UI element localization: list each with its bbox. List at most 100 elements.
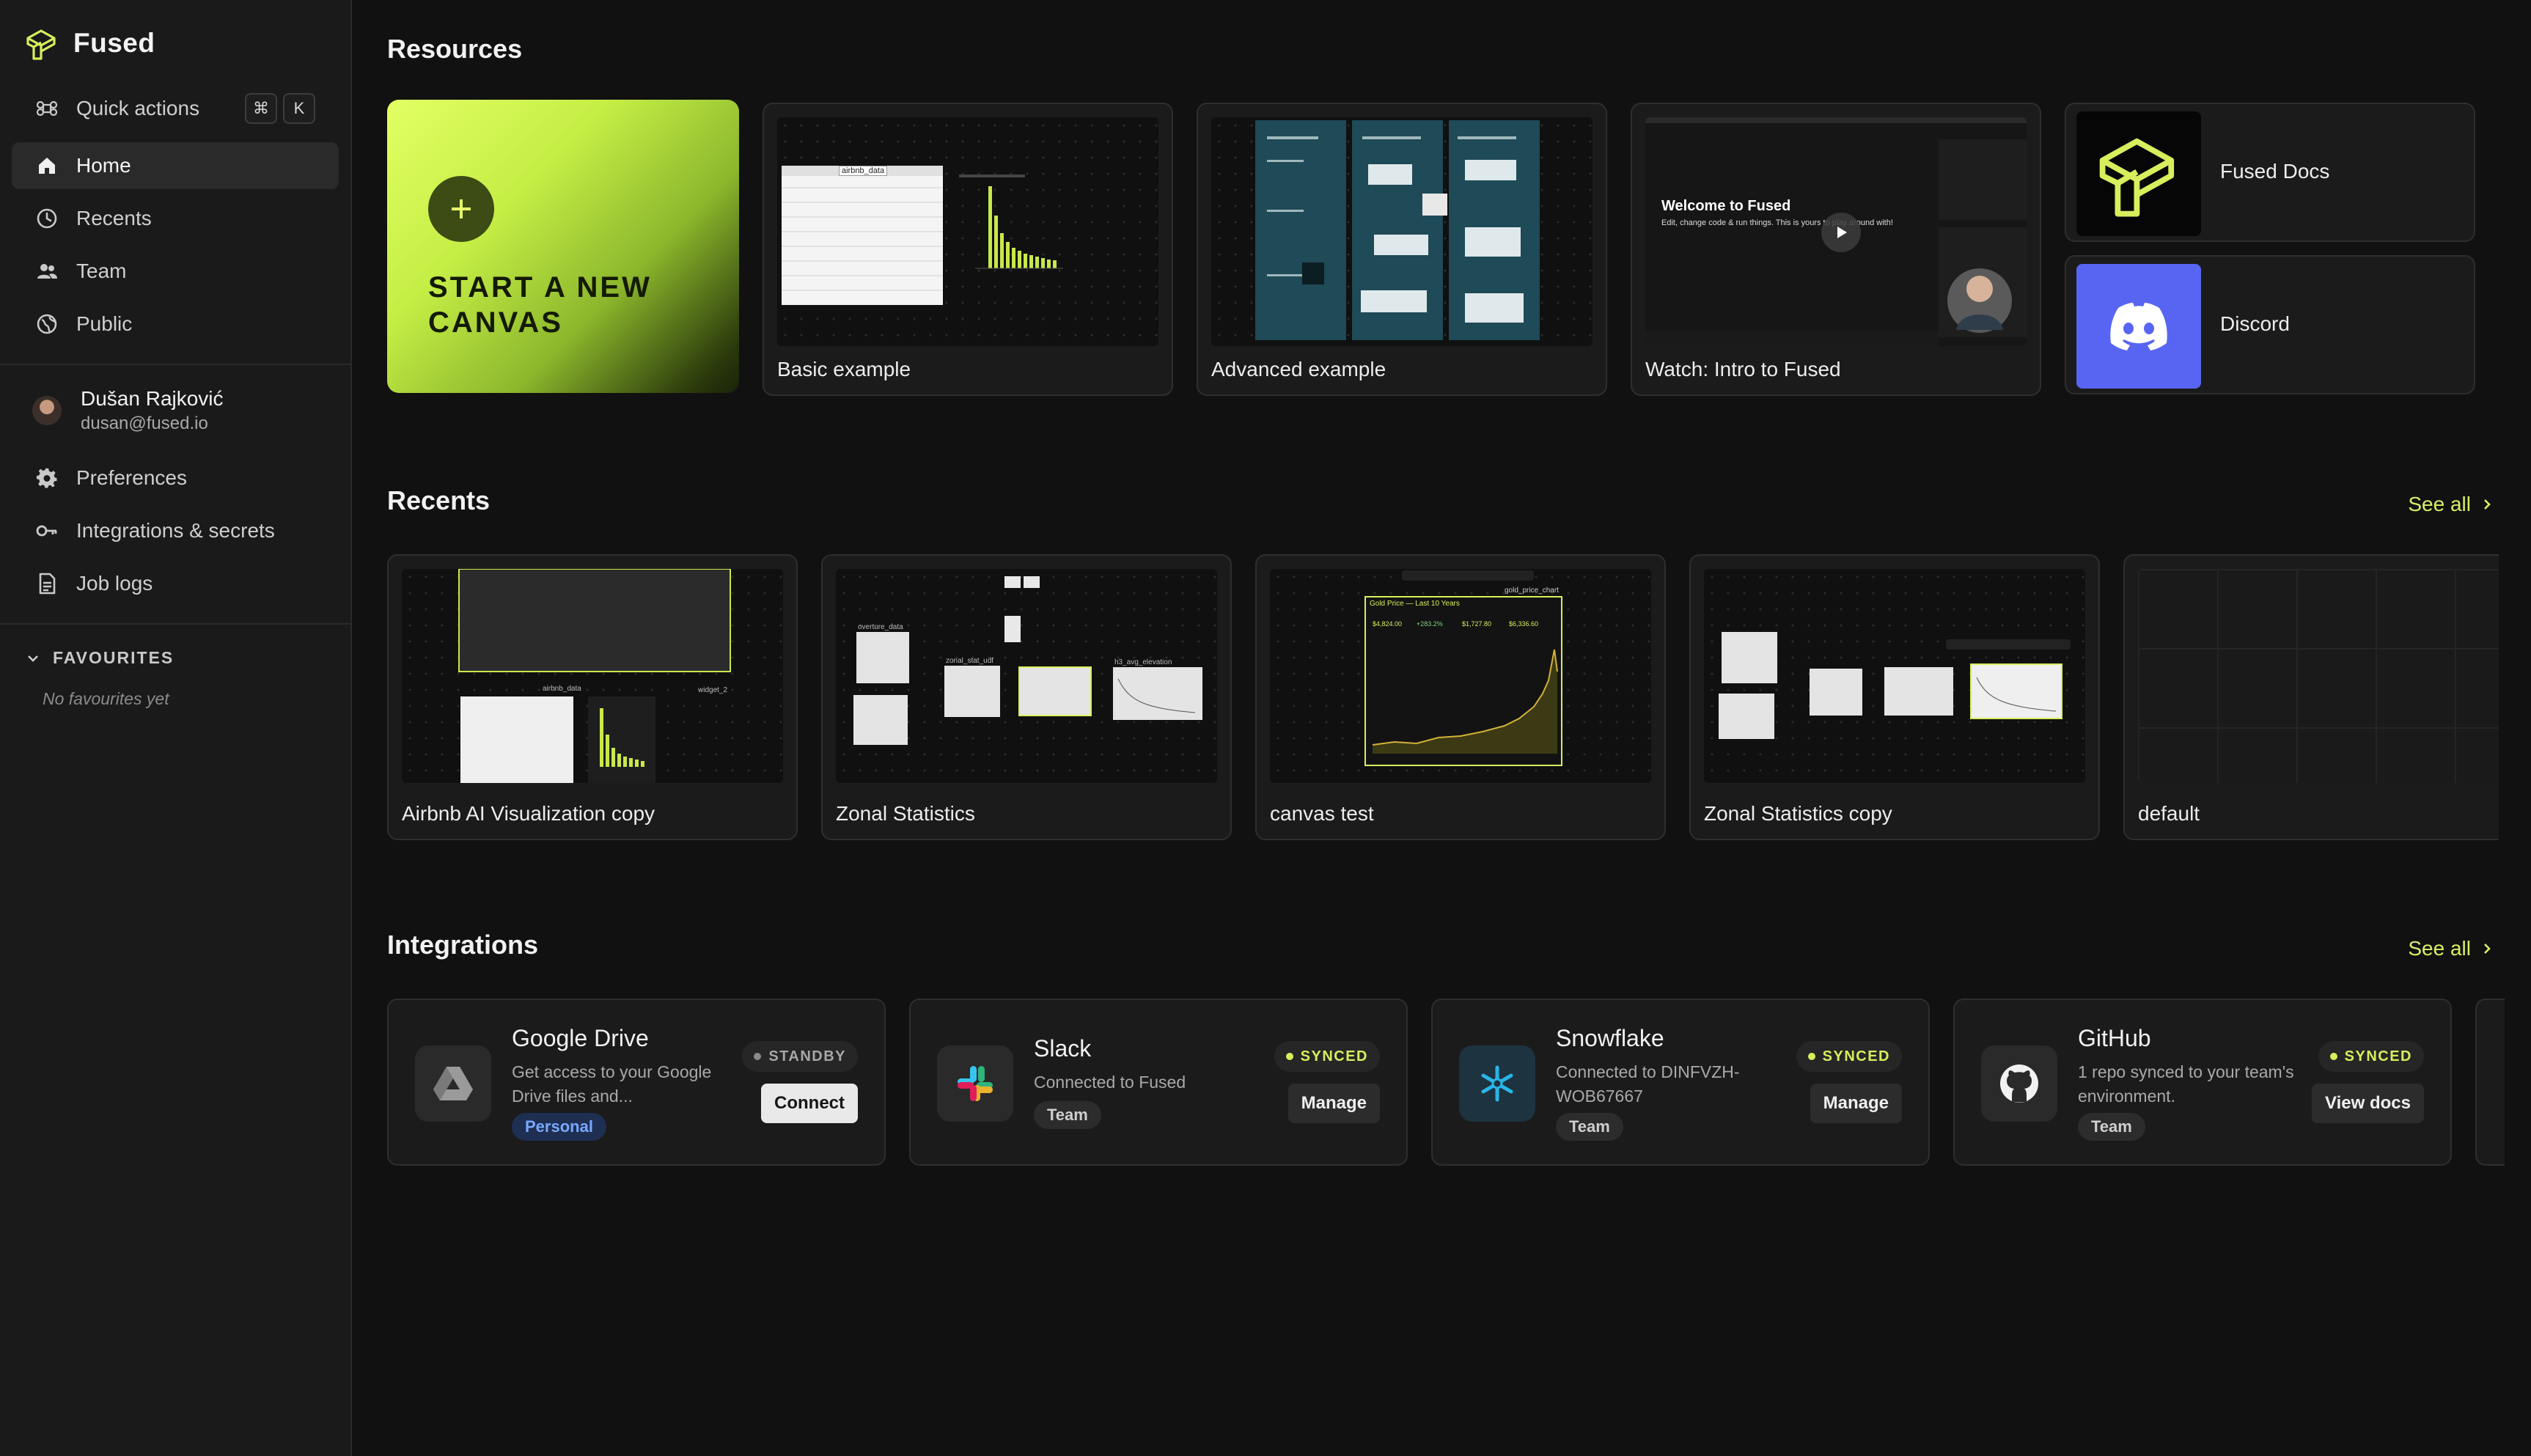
resource-card-advanced-example[interactable]: Advanced example	[1197, 103, 1607, 396]
link-label: Discord	[2220, 312, 2290, 335]
integration-description: Connected to Fused	[1034, 1073, 1186, 1092]
fused-logo-icon	[2076, 111, 2201, 236]
sidebar-divider	[0, 364, 350, 365]
thumbnail-stat: +283.2%	[1417, 620, 1443, 628]
sidebar-item-label: Team	[76, 260, 127, 282]
thumbnail-preview	[853, 576, 1202, 745]
integrations-see-all-link[interactable]: See all	[2408, 937, 2493, 960]
resource-card-basic-example[interactable]: airbnb_data Basic example	[763, 103, 1173, 396]
connect-button[interactable]: Connect	[761, 1084, 858, 1123]
recent-card-zonal-statistics[interactable]: zonal_stat_udf overture_data h3_avg_elev…	[821, 554, 1232, 840]
sidebar-item-home[interactable]: Home	[12, 142, 339, 189]
fused-docs-link[interactable]: Fused Docs	[2065, 103, 2475, 242]
status-dot	[754, 1053, 762, 1060]
card-thumbnail	[1211, 117, 1593, 346]
scope-badge: Team	[1556, 1113, 1623, 1141]
quick-actions-button[interactable]: Quick actions ⌘ K	[12, 85, 339, 132]
video-subtitle: Edit, change code & run things. This is …	[1661, 218, 1893, 227]
user-name: Dušan Rajković	[81, 387, 224, 410]
sidebar: Fused Quick actions ⌘ K Home Recents Tea…	[0, 0, 352, 1456]
card-label: Zonal Statistics copy	[1704, 802, 1892, 825]
card-label: Advanced example	[1211, 358, 1386, 380]
sidebar-item-job-logs[interactable]: Job logs	[12, 560, 339, 607]
integration-card-snowflake[interactable]: Snowflake Connected to DINFVZH-WOB67667 …	[1431, 999, 1930, 1166]
app-root: Fused Quick actions ⌘ K Home Recents Tea…	[0, 0, 2531, 1456]
thumbnail-node-label: gold_price_chart	[1505, 587, 1559, 595]
sidebar-item-label: Job logs	[76, 572, 153, 595]
discord-icon	[2076, 264, 2201, 389]
recent-card-airbnb[interactable]: airbnb_data widget_2 Airbnb AI Visualiza…	[387, 554, 798, 840]
thumbnail-preview	[1364, 570, 1562, 766]
user-profile[interactable]: Dušan Rajković dusan@fused.io	[32, 387, 224, 434]
card-label: Basic example	[777, 358, 911, 380]
card-thumbnail	[2138, 569, 2499, 783]
status-badge: SYNCED	[2318, 1041, 2424, 1072]
integration-card-google-drive[interactable]: Google Drive Get access to your Google D…	[387, 999, 886, 1166]
thumbnail-node-label: zonal_stat_udf	[946, 657, 994, 665]
globe-icon	[37, 314, 57, 334]
recent-card-zonal-statistics-copy[interactable]: Zonal Statistics copy	[1689, 554, 2100, 840]
video-thumbnail: Welcome to Fused Edit, change code & run…	[1645, 117, 2027, 346]
play-icon	[1837, 227, 1847, 238]
brand[interactable]: Fused	[23, 25, 155, 62]
kbd-command: ⌘	[245, 93, 277, 124]
status-dot	[2329, 1053, 2337, 1060]
google-drive-icon	[415, 1045, 491, 1122]
card-thumbnail: airbnb_data	[777, 117, 1158, 346]
view-docs-button[interactable]: View docs	[2312, 1084, 2424, 1123]
play-button[interactable]	[1821, 213, 1861, 252]
manage-button[interactable]: Manage	[1287, 1084, 1380, 1123]
resources-title: Resources	[387, 34, 523, 64]
sidebar-item-public[interactable]: Public	[12, 301, 339, 348]
card-thumbnail: gold_price_chart Gold Price — Last 10 Ye…	[1270, 569, 1651, 783]
sidebar-item-team[interactable]: Team	[12, 248, 339, 295]
user-email: dusan@fused.io	[81, 413, 208, 433]
integration-card-clip	[2475, 999, 2505, 1166]
recents-title: Recents	[387, 485, 491, 515]
integration-name: GitHub	[2078, 1025, 2151, 1051]
shortcut-keys: ⌘ K	[245, 93, 315, 124]
discord-link[interactable]: Discord	[2065, 255, 2475, 394]
status-label: SYNCED	[1822, 1048, 1890, 1065]
avatar	[32, 396, 62, 425]
status-dot	[1807, 1053, 1815, 1060]
integration-description: Get access to your Google Drive files an…	[512, 1062, 712, 1106]
integration-card-github[interactable]: GitHub 1 repo synced to your team's envi…	[1953, 999, 2452, 1166]
sidebar-item-recents[interactable]: Recents	[12, 195, 339, 242]
scope-badge: Team	[2078, 1113, 2145, 1141]
status-dot	[1285, 1053, 1293, 1060]
card-label: default	[2138, 802, 2200, 825]
status-label: SYNCED	[2344, 1048, 2412, 1065]
recent-card-canvas-test[interactable]: gold_price_chart Gold Price — Last 10 Ye…	[1255, 554, 1666, 840]
video-title: Welcome to Fused	[1661, 198, 1791, 214]
integration-name: Slack	[1034, 1035, 1092, 1062]
integration-description: Connected to DINFVZH-WOB67667	[1556, 1062, 1740, 1106]
integrations-title: Integrations	[387, 930, 539, 960]
thumbnail-preview	[1719, 632, 2071, 739]
sidebar-item-label: Home	[76, 154, 131, 177]
integration-card-slack[interactable]: Slack Connected to Fused Team SYNCED Man…	[909, 999, 1408, 1166]
favourites-toggle[interactable]: FAVOURITES	[26, 648, 174, 668]
link-label: Fused Docs	[2220, 160, 2330, 183]
snowflake-icon	[1459, 1045, 1535, 1122]
resource-card-intro-video[interactable]: Welcome to Fused Edit, change code & run…	[1631, 103, 2041, 396]
recent-card-default[interactable]: default	[2123, 554, 2499, 840]
card-label: Zonal Statistics	[836, 802, 975, 825]
slack-icon	[937, 1045, 1013, 1122]
thumbnail-node-label: airbnb_data	[839, 166, 888, 176]
chevron-right-icon	[2484, 944, 2491, 954]
recents-see-all-link[interactable]: See all	[2408, 493, 2493, 516]
sidebar-item-integrations[interactable]: Integrations & secrets	[12, 507, 339, 554]
see-all-label: See all	[2408, 493, 2471, 515]
integration-card-partial[interactable]	[2475, 999, 2505, 1166]
sidebar-item-preferences[interactable]: Preferences	[12, 455, 339, 501]
home-icon	[39, 158, 55, 174]
sidebar-item-label: Public	[76, 312, 133, 335]
start-new-canvas-button[interactable]: START A NEW CANVAS	[387, 100, 739, 393]
favourites-empty-text: No favourites yet	[43, 689, 169, 708]
manage-button[interactable]: Manage	[1810, 1084, 1902, 1123]
thumbnail-node-label: widget_2	[698, 686, 728, 694]
thumbnail-stat: $6,336.60	[1509, 620, 1539, 628]
github-icon	[1981, 1045, 2057, 1122]
thumbnail-preview	[458, 569, 731, 783]
